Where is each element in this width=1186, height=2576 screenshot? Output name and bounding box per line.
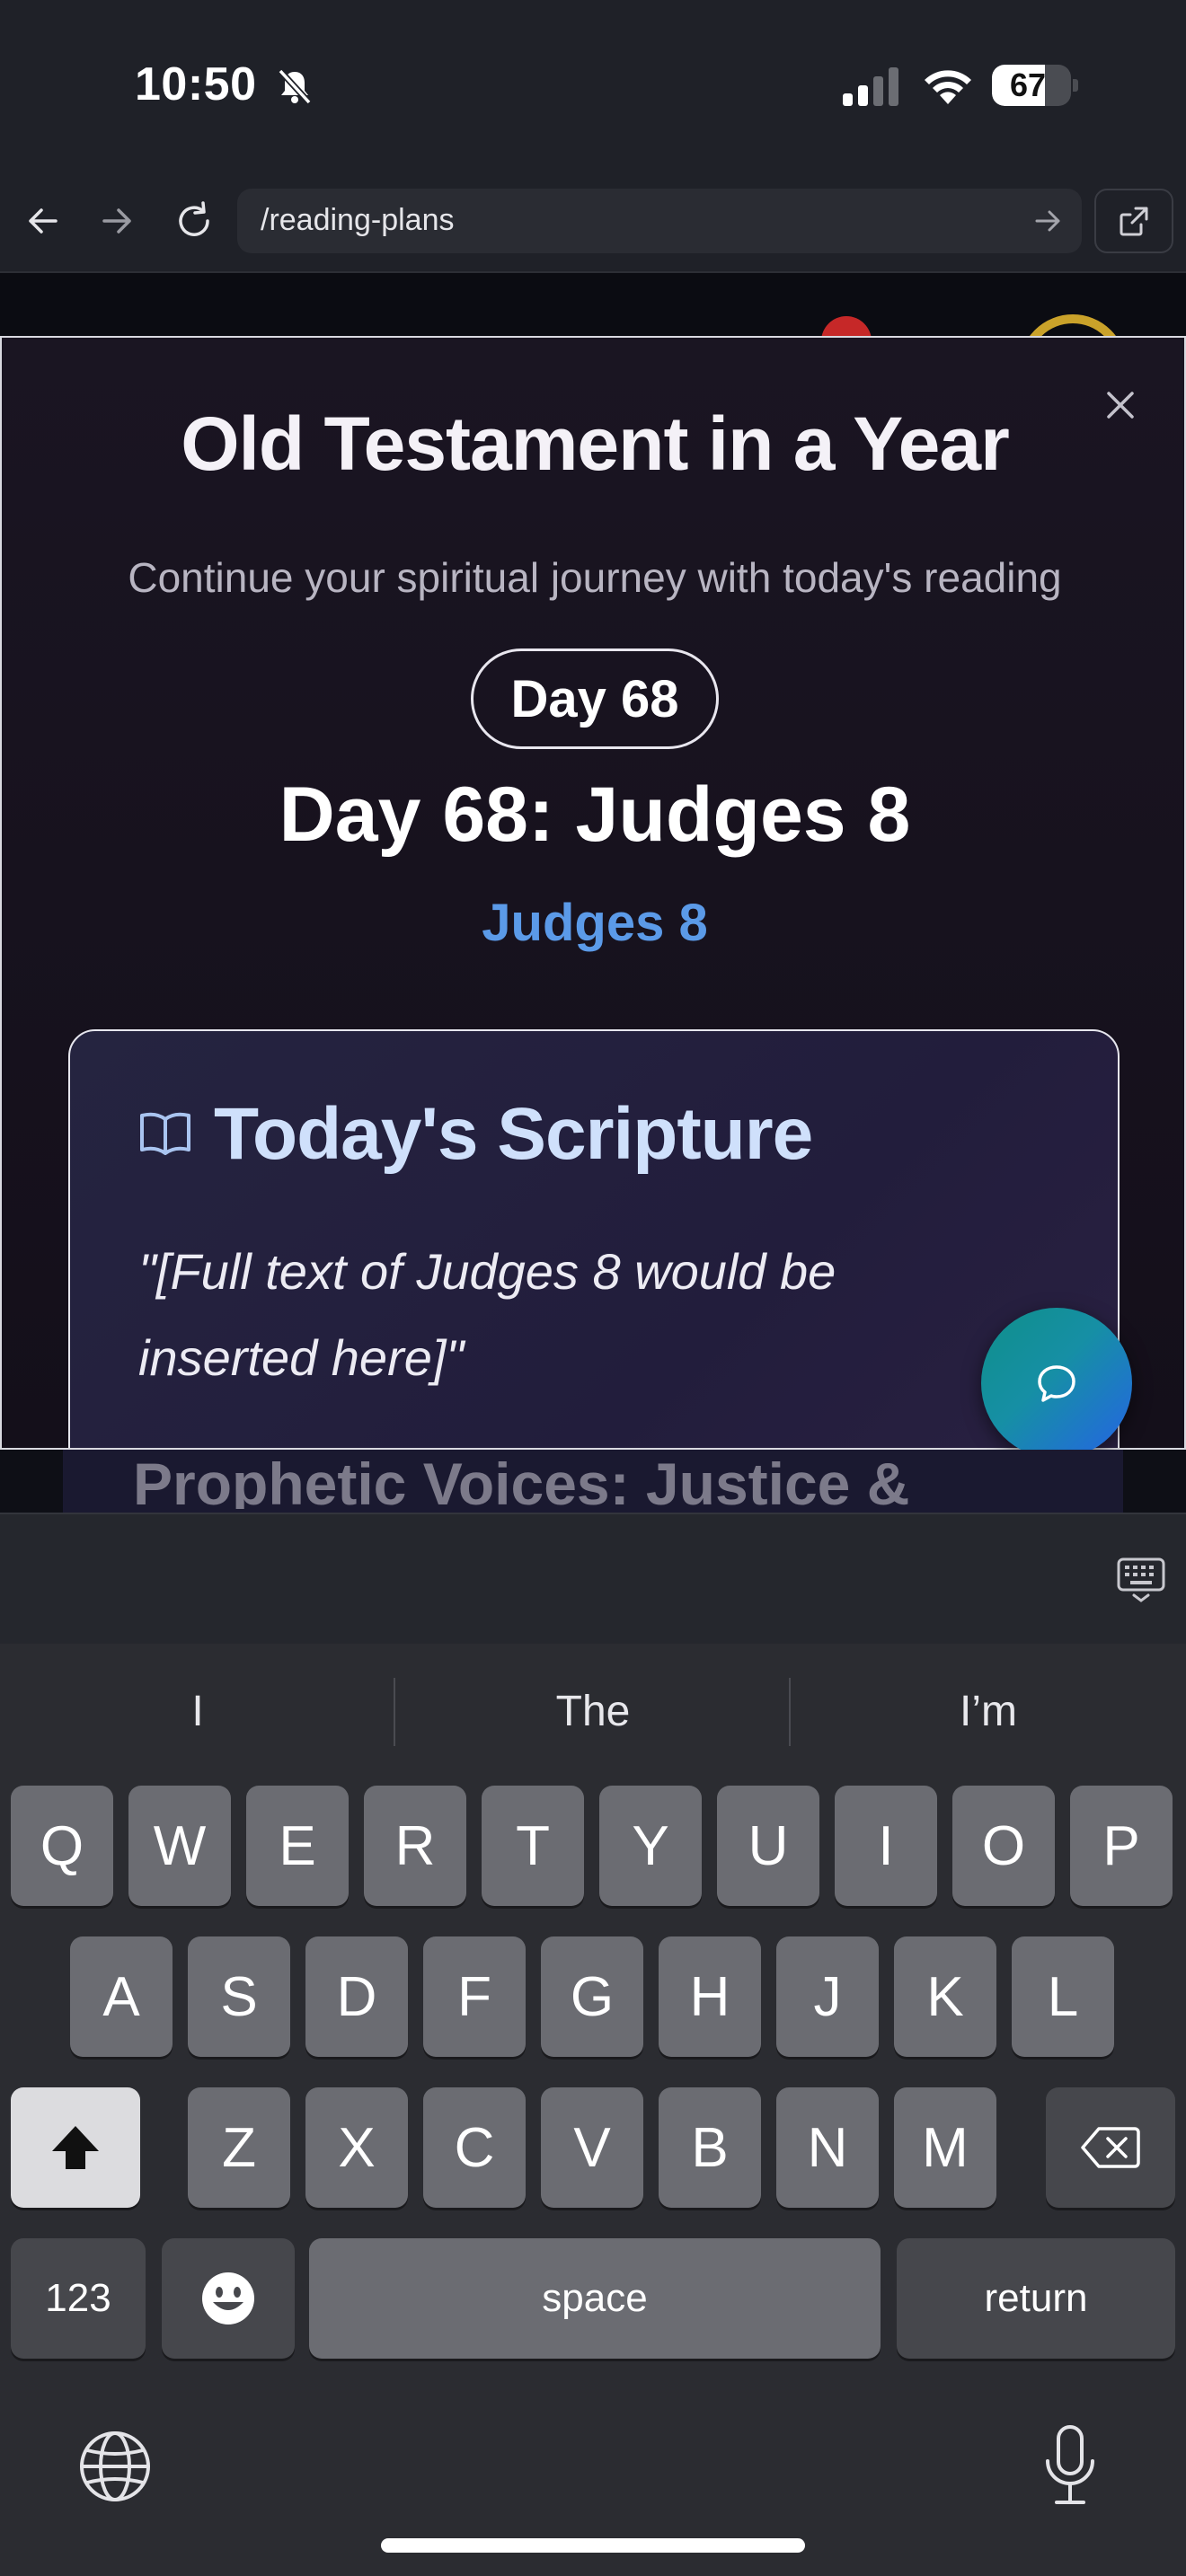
emoji-key[interactable]	[162, 2238, 295, 2359]
shift-key[interactable]	[11, 2087, 140, 2208]
reload-button[interactable]	[165, 192, 223, 250]
key-v[interactable]: V	[541, 2087, 643, 2208]
back-button[interactable]	[14, 192, 72, 250]
url-text: /reading-plans	[261, 203, 455, 237]
external-link-icon	[1120, 207, 1148, 236]
battery-icon: 67	[992, 65, 1078, 106]
reading-plan-modal: Old Testament in a Year Continue your sp…	[0, 336, 1186, 1450]
key-e[interactable]: E	[246, 1786, 349, 1906]
microphone-icon[interactable]	[1040, 2423, 1100, 2510]
chat-button[interactable]	[981, 1308, 1132, 1459]
key-g[interactable]: G	[541, 1936, 643, 2057]
suggestion-1[interactable]: I	[0, 1676, 395, 1748]
key-p[interactable]: P	[1070, 1786, 1173, 1906]
key-i[interactable]: I	[835, 1786, 937, 1906]
wifi-icon	[925, 70, 971, 104]
day-badge: Day 68	[471, 648, 719, 749]
suggestion-2[interactable]: The	[395, 1676, 791, 1748]
key-o[interactable]: O	[952, 1786, 1055, 1906]
home-indicator[interactable]	[381, 2538, 805, 2553]
scripture-card: Today's Scripture "[Full text of Judges …	[68, 1029, 1120, 1448]
key-m[interactable]: M	[894, 2087, 996, 2208]
scripture-heading: Today's Scripture	[214, 1093, 813, 1175]
key-u[interactable]: U	[717, 1786, 819, 1906]
back-arrow-icon	[29, 208, 58, 234]
key-w[interactable]: W	[128, 1786, 231, 1906]
key-y[interactable]: Y	[599, 1786, 702, 1906]
key-k[interactable]: K	[894, 1936, 996, 2057]
key-x[interactable]: X	[305, 2087, 408, 2208]
keyboard-accessory-bar	[0, 1513, 1186, 1644]
signal-icon	[843, 67, 898, 106]
return-key[interactable]: return	[897, 2238, 1175, 2359]
passage-reference[interactable]: Judges 8	[2, 893, 1184, 953]
globe-icon[interactable]	[77, 2429, 153, 2504]
backspace-key[interactable]	[1046, 2087, 1175, 2208]
key-n[interactable]: N	[776, 2087, 879, 2208]
forward-arrow-icon	[102, 208, 131, 234]
battery-nub	[1073, 79, 1078, 92]
key-d[interactable]: D	[305, 1936, 408, 2057]
modal-subtitle: Continue your spiritual journey with tod…	[128, 554, 1062, 601]
chat-bubble-icon	[1038, 1365, 1075, 1402]
underlying-section-heading: Prophetic Voices: Justice &	[133, 1451, 910, 1509]
go-arrow-icon[interactable]	[1030, 203, 1066, 239]
forward-button[interactable]	[88, 192, 146, 250]
shift-icon	[52, 2126, 99, 2169]
status-time: 10:50	[135, 58, 257, 110]
keyboard-hide-icon[interactable]	[1116, 1554, 1166, 1604]
key-b[interactable]: B	[659, 2087, 761, 2208]
key-r[interactable]: R	[364, 1786, 466, 1906]
bell-slash-icon	[278, 68, 312, 105]
reload-icon	[179, 201, 209, 236]
suggestion-3[interactable]: I’m	[791, 1676, 1186, 1748]
key-j[interactable]: J	[776, 1936, 879, 2057]
backspace-icon	[1081, 2127, 1140, 2168]
battery-percent: 67	[1009, 66, 1047, 103]
key-z[interactable]: Z	[188, 2087, 290, 2208]
key-t[interactable]: T	[482, 1786, 584, 1906]
url-field[interactable]: /reading-plans	[237, 189, 1082, 253]
key-l[interactable]: L	[1012, 1936, 1114, 2057]
emoji-icon	[202, 2272, 254, 2325]
key-f[interactable]: F	[423, 1936, 526, 2057]
scripture-text: "[Full text of Judges 8 would be inserte…	[138, 1243, 836, 1386]
space-key[interactable]: space	[309, 2238, 881, 2359]
key-c[interactable]: C	[423, 2087, 526, 2208]
key-h[interactable]: H	[659, 1936, 761, 2057]
modal-title: Old Testament in a Year	[181, 401, 1010, 486]
key-q[interactable]: Q	[11, 1786, 113, 1906]
reading-title: Day 68: Judges 8	[279, 772, 911, 858]
numbers-key[interactable]: 123	[11, 2238, 146, 2359]
book-open-icon	[140, 1112, 190, 1155]
key-s[interactable]: S	[188, 1936, 290, 2057]
key-a[interactable]: A	[70, 1936, 173, 2057]
open-external-button[interactable]	[1094, 189, 1173, 253]
screen: 10:50 67 /reading-plans Old Testament in…	[0, 0, 1186, 2576]
